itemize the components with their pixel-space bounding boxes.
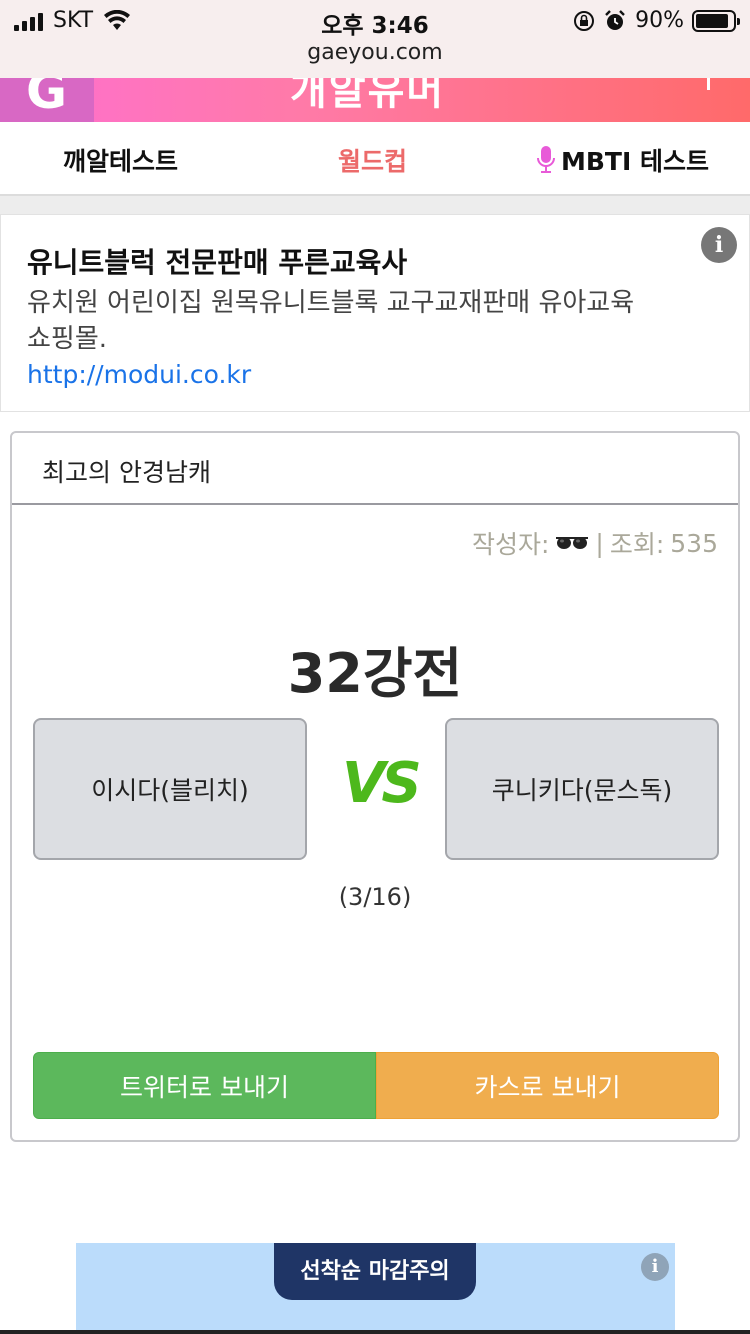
page: SKT 오후 3:46 gaeyou.com 90% G 개알유머 깨알테스트 … — [0, 0, 750, 1334]
post-meta: 작성자: | 조회: 535 — [472, 525, 718, 561]
logo-letter: G — [26, 78, 68, 120]
alarm-icon — [605, 9, 625, 30]
bottom-ad-badge: 선착순 마감주의 — [274, 1243, 476, 1300]
ad-banner[interactable]: 유니트블럭 전문판매 푸른교육사 유치원 어린이집 원목유니트블록 교구교재판매… — [0, 214, 750, 412]
main-nav: 깨알테스트 월드컵 MBTI 테스트 — [0, 122, 750, 196]
views-label: 조회: — [609, 530, 665, 559]
site-title[interactable]: 개알유머 — [290, 78, 445, 116]
worldcup-title: 최고의 안경남캐 — [42, 458, 211, 487]
status-right: 90% — [573, 8, 740, 33]
ad-link[interactable]: http://modui.co.kr — [27, 360, 251, 389]
status-bar: SKT 오후 3:46 gaeyou.com 90% — [0, 0, 750, 78]
bottom-ad-banner[interactable]: 선착순 마감주의 i — [76, 1243, 675, 1334]
info-icon[interactable]: i — [701, 227, 737, 263]
worldcup-card: 최고의 안경남캐 작성자: | 조회: 535 32강전 이시다(블리치) VS… — [10, 431, 740, 1142]
share-kakaostory-button[interactable]: 카스로 보내기 — [376, 1052, 719, 1119]
microphone-icon — [537, 146, 555, 173]
section-gap — [0, 196, 750, 214]
nav-item-worldcup[interactable]: 월드컵 — [338, 142, 407, 178]
bottom-ad-info-icon[interactable]: i — [641, 1253, 669, 1281]
url-label[interactable]: gaeyou.com — [0, 40, 750, 65]
card-header: 최고의 안경남캐 — [12, 433, 738, 505]
battery-icon — [692, 9, 740, 32]
nav-item-mbti-label: MBTI 테스트 — [561, 147, 709, 176]
round-title: 32강전 — [287, 642, 463, 705]
nav-item-mbti[interactable]: MBTI 테스트 — [537, 142, 709, 178]
orientation-lock-icon — [574, 10, 595, 31]
site-logo[interactable]: G — [0, 78, 94, 122]
ad-title[interactable]: 유니트블럭 전문판매 푸른교육사 — [27, 241, 407, 281]
vs-label: VS — [342, 751, 422, 816]
share-twitter-button[interactable]: 트위터로 보내기 — [33, 1052, 376, 1119]
views-count: 535 — [670, 528, 718, 558]
bottom-edge — [0, 1330, 750, 1334]
nav-item-tests[interactable]: 깨알테스트 — [63, 142, 178, 178]
sunglasses-icon — [556, 537, 589, 549]
battery-fill — [696, 13, 729, 28]
battery-percent: 90% — [635, 8, 684, 33]
menu-icon[interactable] — [707, 78, 710, 90]
ad-description: 유치원 어린이집 원목유니트블록 교구교재판매 유아교육쇼핑몰. — [27, 288, 635, 354]
match-progress: (3/16) — [338, 883, 412, 911]
meta-separator: | — [595, 528, 604, 558]
author-label: 작성자: — [471, 530, 550, 559]
choice-left-button[interactable]: 이시다(블리치) — [33, 718, 307, 860]
choice-right-button[interactable]: 쿠니키다(문스독) — [445, 718, 719, 860]
site-banner: G 개알유머 — [0, 78, 750, 122]
